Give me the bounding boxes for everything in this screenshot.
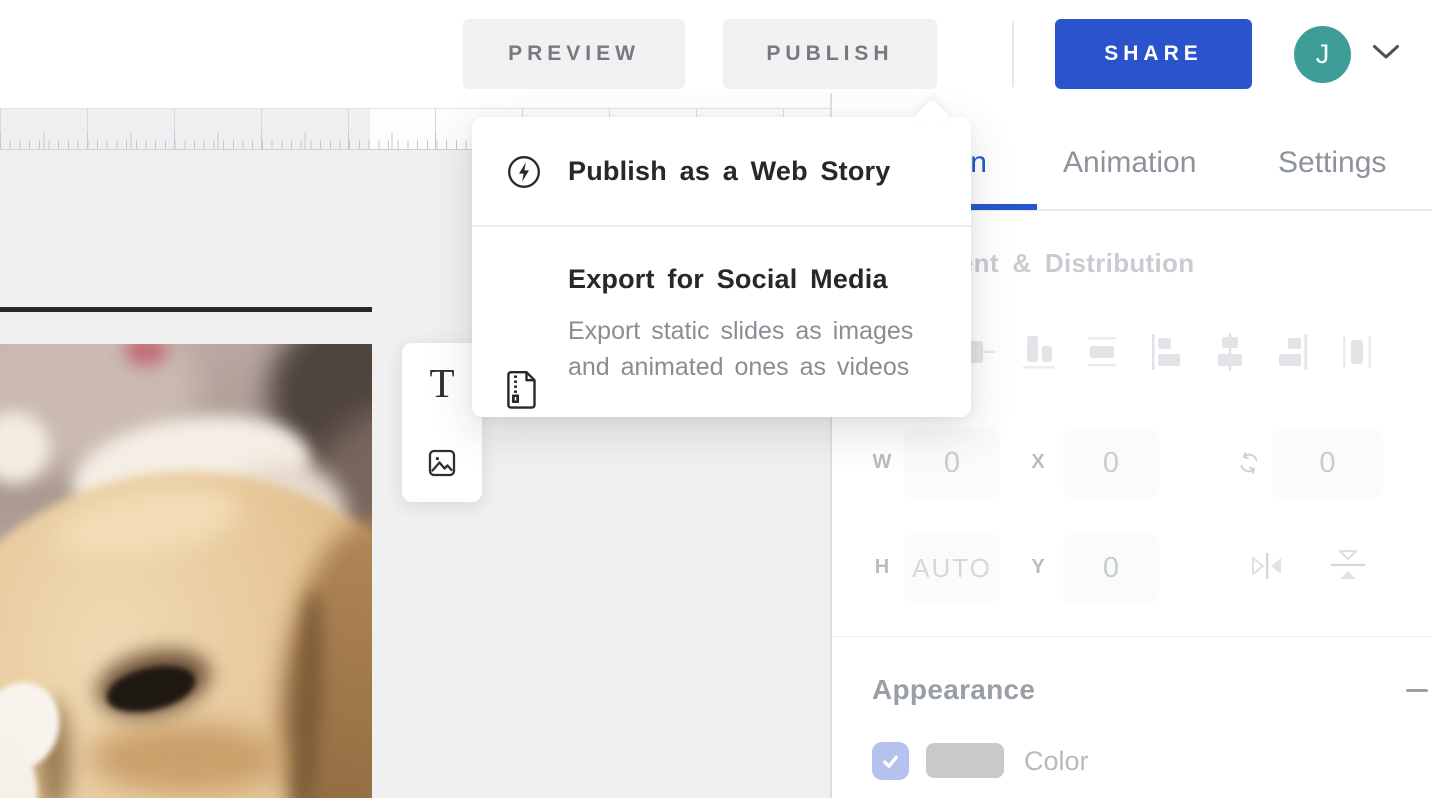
image-tool-icon [428, 449, 456, 477]
zip-file-icon [505, 370, 539, 410]
flip-horizontal-icon [1246, 546, 1288, 586]
align-center-icon [1208, 328, 1252, 376]
rotation-value: 0 [1319, 447, 1335, 480]
height-value: AUTO [912, 553, 992, 584]
publish-button[interactable]: PUBLISH [723, 19, 937, 89]
y-input[interactable]: 0 [1063, 534, 1159, 603]
appearance-section-title: Appearance [872, 674, 1035, 706]
menu-item-description-line1: Export static slides as images [568, 313, 913, 349]
align-right-button[interactable] [1271, 328, 1315, 376]
x-label: X [1026, 451, 1050, 474]
share-button[interactable]: SHARE [1055, 19, 1252, 89]
account-menu-button[interactable] [1372, 44, 1402, 64]
chevron-down-icon [1372, 44, 1400, 61]
distribute-vertical-button[interactable] [1080, 328, 1124, 376]
y-label: Y [1026, 556, 1050, 579]
distribute-horizontal-icon [1335, 328, 1379, 376]
avatar-initial: J [1316, 39, 1330, 70]
avatar[interactable]: J [1294, 26, 1351, 83]
check-icon [880, 751, 901, 772]
app-window: T Design Animation Settings Alignment & … [0, 0, 1432, 798]
canvas-divider-line-element[interactable] [0, 307, 372, 312]
canvas-dog-image-element[interactable] [0, 344, 372, 798]
align-left-button[interactable] [1144, 328, 1188, 376]
distribute-horizontal-button[interactable] [1335, 328, 1379, 376]
menu-item-export-social[interactable]: Export for Social Media Export static sl… [472, 227, 971, 417]
align-right-icon [1271, 328, 1315, 376]
color-swatch[interactable] [926, 743, 1004, 778]
height-label: H [870, 556, 894, 579]
text-tool-icon: T [429, 359, 454, 407]
x-input[interactable]: 0 [1063, 429, 1159, 498]
element-toolbar: T [402, 343, 482, 502]
tab-animation[interactable]: Animation [1063, 146, 1196, 180]
flip-vertical-icon [1326, 544, 1370, 586]
tab-settings[interactable]: Settings [1278, 146, 1386, 180]
distribute-vertical-icon [1080, 328, 1124, 376]
menu-item-publish-web-story[interactable]: Publish as a Web Story [472, 117, 971, 225]
height-input[interactable]: AUTO [904, 534, 1000, 603]
width-label: W [870, 451, 894, 474]
menu-item-title: Publish as a Web Story [568, 156, 890, 187]
align-bottom-icon [1017, 328, 1061, 376]
collapse-section-button[interactable] [1400, 678, 1432, 704]
preview-button[interactable]: PREVIEW [463, 19, 685, 89]
x-value: 0 [1103, 447, 1119, 480]
width-input[interactable]: 0 [904, 429, 1000, 498]
lightning-circle-icon [506, 154, 542, 190]
rotation-input[interactable]: 0 [1272, 429, 1383, 498]
flip-vertical-button[interactable] [1326, 544, 1370, 586]
rotate-icon [1237, 450, 1261, 476]
y-value: 0 [1103, 552, 1119, 585]
image-tool-button[interactable] [402, 423, 482, 502]
top-bar: PREVIEW PUBLISH SHARE J [0, 0, 1432, 93]
section-divider [832, 636, 1432, 637]
publish-dropdown-menu: Publish as a Web Story Export for Social… [472, 117, 971, 417]
ruler-margin [0, 93, 830, 108]
width-value: 0 [944, 447, 960, 480]
color-label: Color [1024, 746, 1089, 777]
minus-icon [1406, 689, 1428, 692]
menu-item-description-line2: and animated ones as videos [568, 349, 909, 385]
text-tool-button[interactable]: T [402, 343, 482, 422]
align-left-icon [1144, 328, 1188, 376]
topbar-divider [1012, 21, 1014, 87]
color-enabled-checkbox[interactable] [872, 742, 909, 780]
menu-item-title: Export for Social Media [568, 264, 888, 295]
align-bottom-button[interactable] [1017, 328, 1061, 376]
align-center-button[interactable] [1208, 328, 1252, 376]
dog-brow-shade [88, 722, 283, 794]
flip-horizontal-button[interactable] [1246, 546, 1288, 586]
